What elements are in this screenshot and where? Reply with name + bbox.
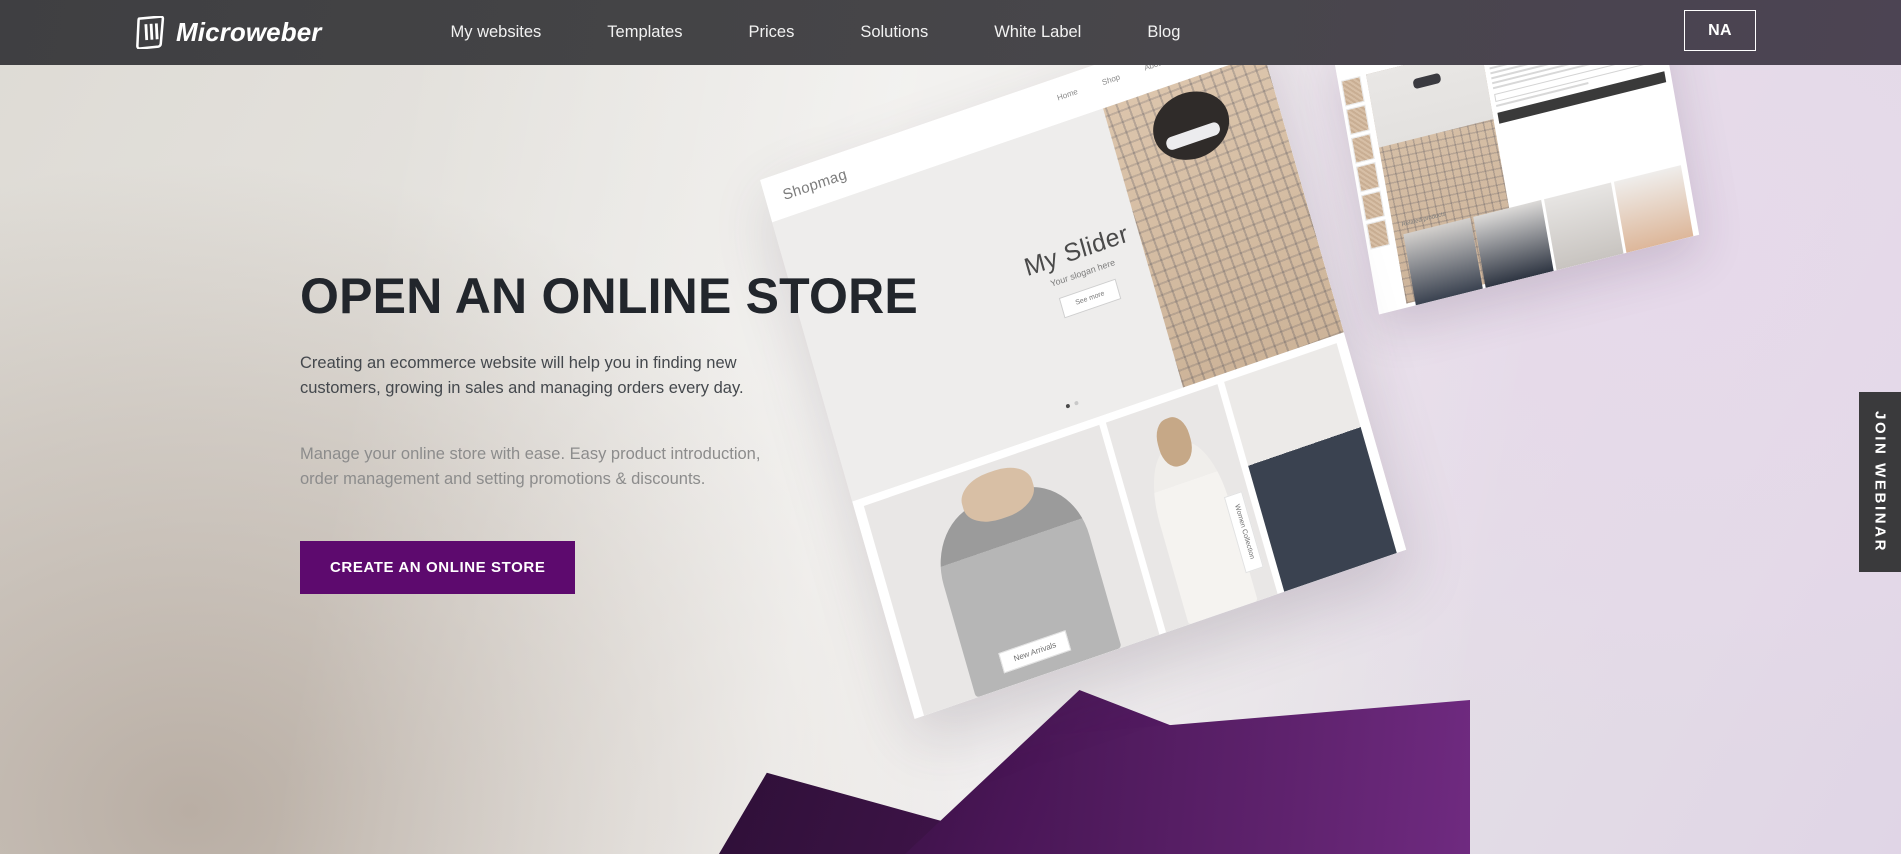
mockup-thumbnail xyxy=(1350,133,1375,164)
top-navigation-bar: Microweber My websites Templates Prices … xyxy=(0,0,1901,65)
mockup-slider-text: My Slider Your slogan here See more xyxy=(992,210,1173,337)
mockup-thumbnail xyxy=(1345,104,1370,136)
page-title: OPEN AN ONLINE STORE xyxy=(300,268,918,324)
mockup-see-more-button: See more xyxy=(1058,278,1122,319)
nav-item-solutions[interactable]: Solutions xyxy=(827,23,961,42)
nav-item-prices[interactable]: Prices xyxy=(715,23,827,42)
mockup-thumbnail xyxy=(1340,76,1365,107)
nav-item-white-label[interactable]: White Label xyxy=(961,23,1114,42)
mockup-thumbnail xyxy=(1355,161,1380,193)
create-online-store-button[interactable]: CREATE AN ONLINE STORE xyxy=(300,540,576,594)
hero-subtitle: Creating an ecommerce website will help … xyxy=(300,353,744,398)
hero-description: Manage your online store with ease. Easy… xyxy=(300,444,761,489)
nav-item-blog[interactable]: Blog xyxy=(1114,23,1213,42)
language-selector-button[interactable]: NA xyxy=(1684,10,1756,51)
join-webinar-tab[interactable]: JOIN WEBINAR xyxy=(1859,392,1901,572)
nav-item-templates[interactable]: Templates xyxy=(574,23,715,42)
nav-item-my-websites[interactable]: My websites xyxy=(418,23,575,42)
brand-logo[interactable]: Microweber xyxy=(136,16,322,49)
hero-content: OPEN AN ONLINE STORE Creating an ecommer… xyxy=(300,268,918,594)
microweber-logo-icon xyxy=(136,16,165,49)
join-webinar-label: JOIN WEBINAR xyxy=(1871,410,1889,554)
mockup-slider-dot-active xyxy=(1065,403,1071,409)
mockup-slider-dot xyxy=(1073,400,1079,406)
mockup-front-nav-item: Shop xyxy=(1100,72,1122,88)
mockup-thumbnail xyxy=(1361,190,1385,222)
brand-name: Microweber xyxy=(176,17,322,47)
page-root: Shopmag Home Shop About us Contact Us xyxy=(0,0,1901,854)
mockup-front-nav-item: Home xyxy=(1056,86,1079,103)
main-nav: My websites Templates Prices Solutions W… xyxy=(418,23,1214,42)
mockup-slider-dots xyxy=(1065,400,1079,409)
